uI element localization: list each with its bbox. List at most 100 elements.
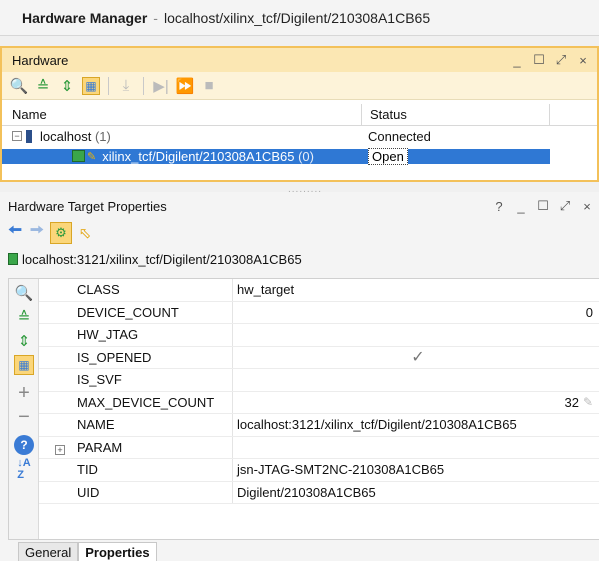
checkmark-icon: ✓ bbox=[411, 349, 425, 367]
target-chip-icon bbox=[72, 150, 85, 162]
properties-target-path: localhost:3121/xilinx_tcf/Digilent/21030… bbox=[22, 251, 302, 267]
window-title: Hardware Manager bbox=[22, 9, 148, 26]
property-key: MAX_DEVICE_COUNT bbox=[77, 394, 215, 410]
hardware-panel-title: Hardware bbox=[12, 52, 69, 68]
forward-arrow-icon[interactable]: 🠪 bbox=[28, 218, 46, 248]
property-row[interactable]: CLASS hw_target bbox=[39, 279, 599, 302]
tree-row-localhost[interactable]: − localhost (1) Connected bbox=[2, 126, 597, 146]
close-button[interactable]: × bbox=[581, 199, 593, 214]
maximize-button[interactable]: ☐ bbox=[537, 198, 549, 214]
tree-item-label: localhost bbox=[40, 128, 92, 144]
fast-forward-icon[interactable]: ⏩ bbox=[176, 77, 195, 95]
property-key: NAME bbox=[77, 417, 115, 433]
properties-panel: Hardware Target Properties ? _ ☐ ⤢ × 🠨 🠪… bbox=[0, 192, 599, 561]
hierarchy-icon[interactable]: ▦ bbox=[82, 76, 100, 95]
property-key: DEVICE_COUNT bbox=[77, 304, 179, 320]
pointer-icon[interactable]: ⬁ bbox=[76, 224, 94, 242]
property-key: HW_JTAG bbox=[77, 327, 139, 343]
properties-panel-header: Hardware Target Properties ? _ ☐ ⤢ × bbox=[0, 192, 599, 220]
run-icon[interactable]: ▶​| bbox=[152, 77, 170, 95]
property-row[interactable]: IS_OPENED ✓ bbox=[39, 346, 599, 369]
properties-side-toolbar: 🔍 ≙ ⇕ ▦ + − ? ↓A Z bbox=[9, 279, 39, 539]
minimize-button[interactable]: _ bbox=[511, 53, 523, 68]
search-icon[interactable]: 🔍 bbox=[14, 283, 34, 303]
hierarchy-icon[interactable]: ▦ bbox=[14, 355, 34, 375]
column-name[interactable]: Name bbox=[2, 104, 362, 125]
properties-grid: CLASS hw_target DEVICE_COUNT 0 HW_JTAG I… bbox=[39, 279, 599, 504]
hardware-window-controls: _ ☐ ⤢ × bbox=[511, 48, 589, 72]
properties-panel-title: Hardware Target Properties bbox=[8, 198, 167, 214]
properties-toolbar: 🠨 🠪 ⚙ ⬁ bbox=[0, 220, 599, 246]
program-device-icon[interactable]: ⤓ bbox=[117, 77, 135, 95]
float-button[interactable]: ⤢ bbox=[559, 198, 571, 214]
property-key: IS_SVF bbox=[77, 372, 122, 388]
edit-pencil-icon: ✎ bbox=[87, 150, 97, 163]
tree-item-status: Open bbox=[368, 147, 408, 165]
sort-az-icon[interactable]: ↓A Z bbox=[14, 457, 34, 481]
window-title-path: localhost/xilinx_tcf/Digilent/210308A1CB… bbox=[163, 9, 431, 26]
help-button[interactable]: ? bbox=[493, 199, 505, 214]
tree-header: Name Status bbox=[2, 104, 597, 126]
tree-item-count: (1) bbox=[94, 128, 111, 144]
window-title-bar: Hardware Manager - localhost/xilinx_tcf/… bbox=[0, 0, 599, 36]
property-row[interactable]: + PARAM bbox=[39, 436, 599, 459]
property-value: hw_target bbox=[232, 279, 599, 301]
property-value: jsn-JTAG-SMT2NC-210308A1CB65 bbox=[232, 459, 599, 481]
property-value bbox=[232, 436, 599, 458]
property-value: 32 bbox=[564, 394, 579, 410]
tab-properties[interactable]: Properties bbox=[78, 542, 157, 561]
expand-all-icon[interactable]: ⇕ bbox=[58, 77, 76, 95]
property-row[interactable]: NAME localhost:3121/xilinx_tcf/Digilent/… bbox=[39, 414, 599, 437]
properties-target-line: localhost:3121/xilinx_tcf/Digilent/21030… bbox=[0, 246, 599, 272]
property-value: localhost:3121/xilinx_tcf/Digilent/21030… bbox=[232, 414, 599, 436]
expand-toggle-icon[interactable]: + bbox=[55, 444, 65, 455]
property-value bbox=[232, 324, 599, 346]
column-status[interactable]: Status bbox=[362, 104, 550, 125]
tree-item-label: xilinx_tcf/Digilent/210308A1CB65 bbox=[102, 148, 295, 164]
property-value: 0 bbox=[232, 301, 599, 323]
close-button[interactable]: × bbox=[577, 53, 589, 68]
remove-icon[interactable]: − bbox=[14, 406, 34, 428]
property-row[interactable]: DEVICE_COUNT 0 bbox=[39, 301, 599, 324]
property-row[interactable]: IS_SVF bbox=[39, 369, 599, 392]
target-chip-icon bbox=[8, 253, 18, 265]
settings-gear-icon[interactable]: ⚙ bbox=[50, 222, 72, 244]
tree-item-count: (0) bbox=[298, 148, 314, 164]
collapse-toggle-icon[interactable]: − bbox=[12, 131, 22, 141]
float-button[interactable]: ⤢ bbox=[555, 52, 567, 68]
collapse-all-icon[interactable]: ≙ bbox=[34, 77, 52, 95]
property-key: PARAM bbox=[77, 439, 123, 455]
hardware-panel-header: Hardware _ ☐ ⤢ × bbox=[2, 48, 597, 72]
property-row[interactable]: UID Digilent/210308A1CB65 bbox=[39, 481, 599, 504]
search-icon[interactable]: 🔍 bbox=[10, 77, 29, 95]
toolbar-separator bbox=[108, 76, 109, 95]
stop-icon[interactable]: ■ bbox=[200, 77, 218, 95]
add-icon[interactable]: + bbox=[14, 382, 34, 404]
properties-window-controls: ? _ ☐ ⤢ × bbox=[493, 192, 593, 220]
hardware-panel: Hardware _ ☐ ⤢ × 🔍 ≙ ⇕ ▦ ⤓ ▶​| ⏩ ■ Name … bbox=[0, 46, 599, 182]
property-key: CLASS bbox=[77, 282, 120, 298]
property-row[interactable]: MAX_DEVICE_COUNT 32 ✎ bbox=[39, 391, 599, 414]
help-icon[interactable]: ? bbox=[14, 435, 34, 455]
toolbar-separator bbox=[143, 76, 144, 95]
properties-tabs: General Properties bbox=[18, 542, 157, 561]
expand-all-icon[interactable]: ⇕ bbox=[14, 331, 34, 351]
server-icon bbox=[26, 129, 32, 143]
tree-item-status: Connected bbox=[368, 128, 431, 144]
property-row[interactable]: TID jsn-JTAG-SMT2NC-210308A1CB65 bbox=[39, 459, 599, 482]
tab-general[interactable]: General bbox=[18, 542, 79, 561]
back-arrow-icon[interactable]: 🠨 bbox=[6, 218, 24, 248]
minimize-button[interactable]: _ bbox=[515, 199, 527, 214]
title-separator: - bbox=[153, 9, 158, 26]
maximize-button[interactable]: ☐ bbox=[533, 52, 545, 68]
property-key: IS_OPENED bbox=[77, 349, 152, 365]
property-row[interactable]: HW_JTAG bbox=[39, 324, 599, 347]
tree-row-target[interactable]: ✎ xilinx_tcf/Digilent/210308A1CB65 (0) O… bbox=[2, 146, 597, 166]
property-key: UID bbox=[77, 484, 100, 500]
collapse-all-icon[interactable]: ≙ bbox=[14, 307, 34, 327]
property-value: Digilent/210308A1CB65 bbox=[232, 481, 599, 503]
edit-pencil-icon[interactable]: ✎ bbox=[583, 395, 593, 409]
property-key: TID bbox=[77, 462, 98, 478]
properties-table: 🔍 ≙ ⇕ ▦ + − ? ↓A Z CLASS hw_target DEVICE… bbox=[8, 278, 599, 540]
hardware-toolbar: 🔍 ≙ ⇕ ▦ ⤓ ▶​| ⏩ ■ bbox=[2, 72, 597, 100]
